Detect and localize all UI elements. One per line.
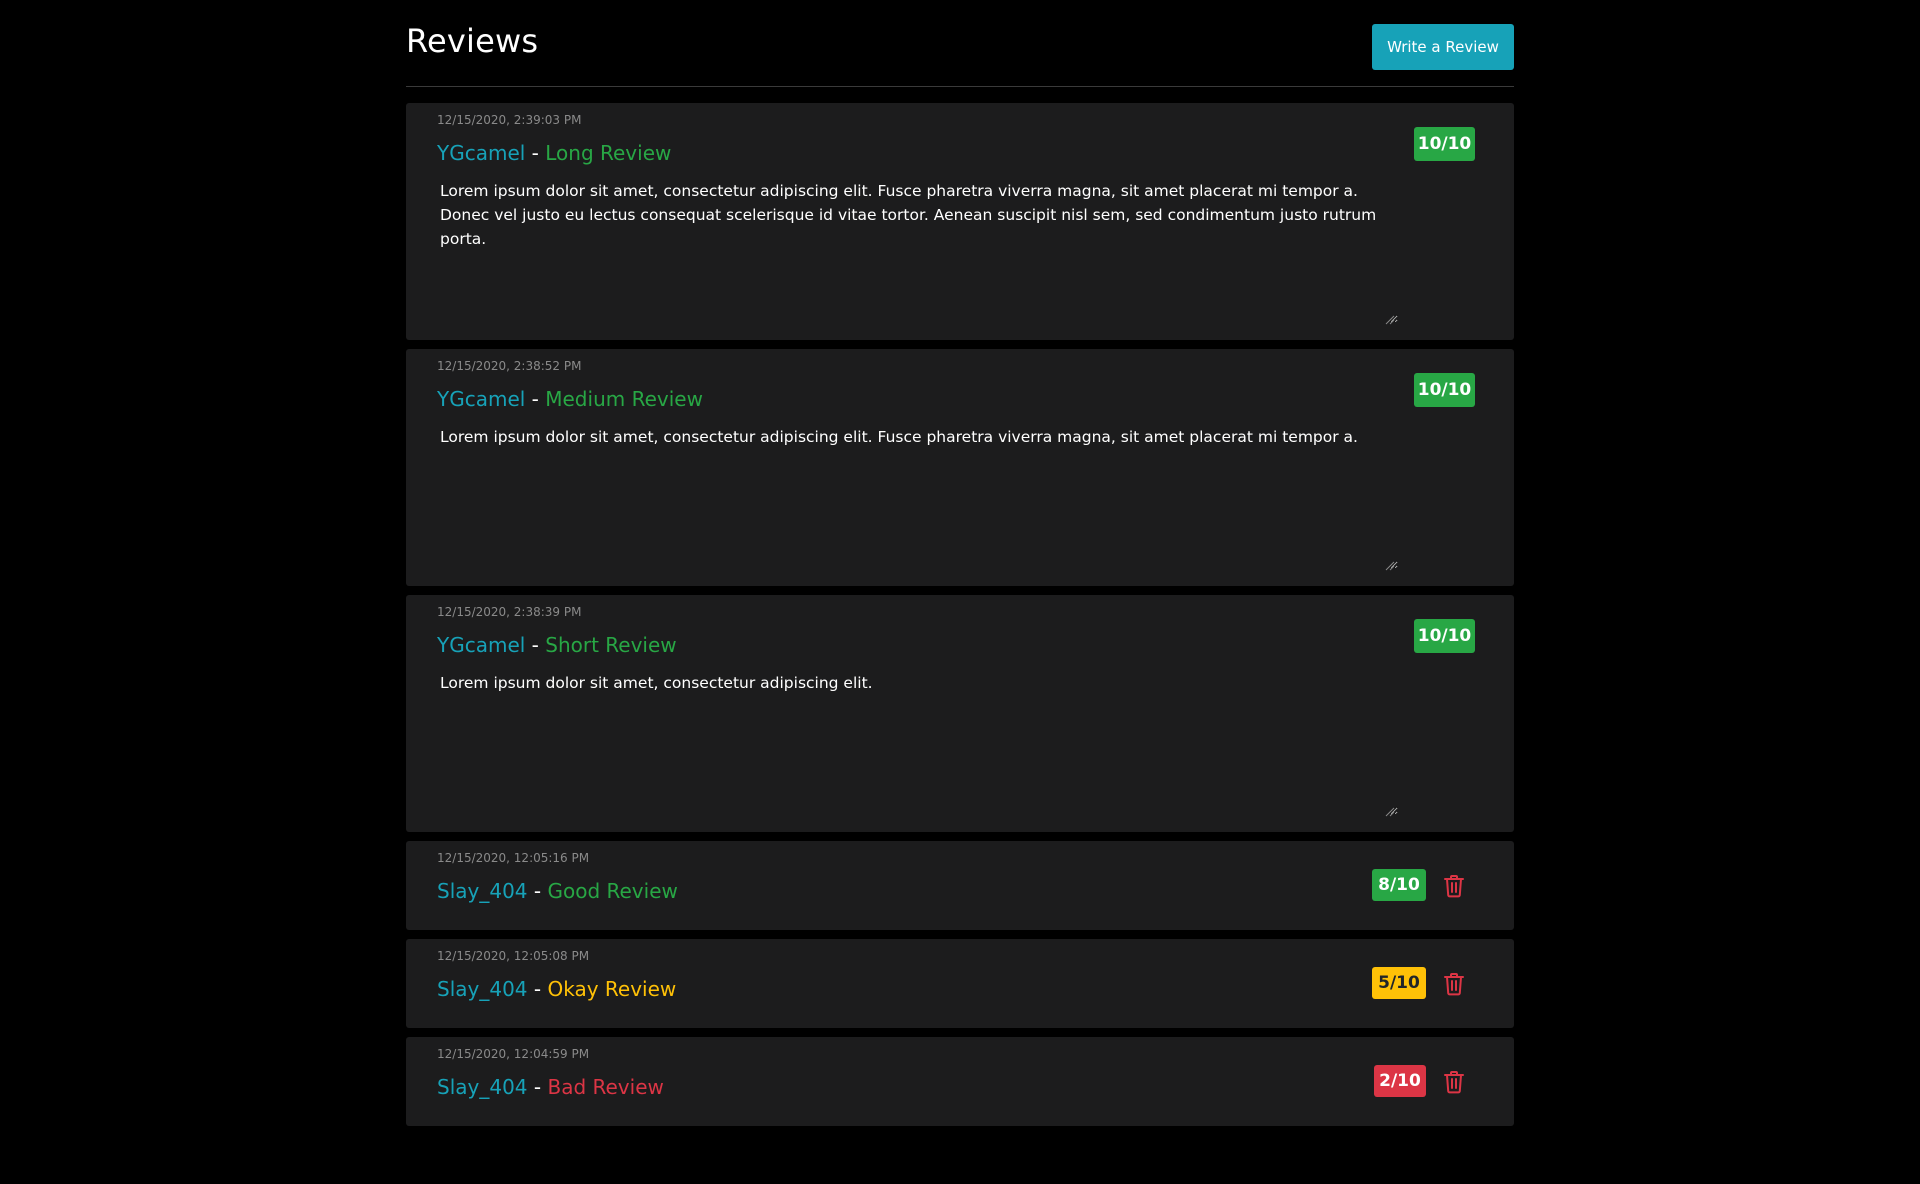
resize-grip-icon[interactable] xyxy=(1385,807,1395,817)
review-author[interactable]: YGcamel xyxy=(437,141,525,165)
review-title: Long Review xyxy=(545,141,672,165)
review-author[interactable]: YGcamel xyxy=(437,633,525,657)
score-badge: 2/10 xyxy=(1374,1065,1426,1097)
review-author[interactable]: Slay_404 xyxy=(437,879,528,903)
review-author[interactable]: Slay_404 xyxy=(437,977,528,1001)
trash-icon[interactable] xyxy=(1443,1070,1465,1094)
review-heading: YGcamel - Medium Review xyxy=(437,387,703,411)
review-heading: YGcamel - Long Review xyxy=(437,141,671,165)
review-timestamp: 12/15/2020, 2:39:03 PM xyxy=(437,113,582,127)
review-heading: Slay_404 - Bad Review xyxy=(437,1075,664,1099)
review-title: Good Review xyxy=(547,879,678,903)
review-title: Okay Review xyxy=(547,977,677,1001)
review-card: 12/15/2020, 12:05:16 PM Slay_404 - Good … xyxy=(406,841,1514,930)
trash-icon[interactable] xyxy=(1443,874,1465,898)
review-author[interactable]: Slay_404 xyxy=(437,1075,528,1099)
review-heading: YGcamel - Short Review xyxy=(437,633,677,657)
review-card: 12/15/2020, 2:39:03 PM YGcamel - Long Re… xyxy=(406,103,1514,340)
separator: - xyxy=(533,1075,542,1099)
score-badge: 5/10 xyxy=(1372,967,1426,999)
separator: - xyxy=(531,633,539,657)
score-badge: 8/10 xyxy=(1372,869,1426,901)
score-badge: 10/10 xyxy=(1414,619,1475,653)
review-timestamp: 12/15/2020, 12:05:08 PM xyxy=(437,949,590,963)
review-heading: Slay_404 - Okay Review xyxy=(437,977,676,1001)
separator: - xyxy=(531,141,539,165)
review-body[interactable]: Lorem ipsum dolor sit amet, consectetur … xyxy=(440,179,1398,323)
score-badge: 10/10 xyxy=(1414,127,1475,161)
separator: - xyxy=(533,977,542,1001)
resize-grip-icon[interactable] xyxy=(1385,315,1395,325)
score-badge: 10/10 xyxy=(1414,373,1475,407)
review-card: 12/15/2020, 12:05:08 PM Slay_404 - Okay … xyxy=(406,939,1514,1028)
page-header: Reviews Write a Review xyxy=(406,0,1514,87)
page-title: Reviews xyxy=(406,22,539,60)
review-card: 12/15/2020, 12:04:59 PM Slay_404 - Bad R… xyxy=(406,1037,1514,1126)
review-timestamp: 12/15/2020, 12:05:16 PM xyxy=(437,851,590,865)
review-list: 12/15/2020, 2:39:03 PM YGcamel - Long Re… xyxy=(406,103,1514,1135)
review-heading: Slay_404 - Good Review xyxy=(437,879,678,903)
review-card: 12/15/2020, 2:38:52 PM YGcamel - Medium … xyxy=(406,349,1514,586)
review-author[interactable]: YGcamel xyxy=(437,387,525,411)
review-timestamp: 12/15/2020, 2:38:52 PM xyxy=(437,359,582,373)
review-timestamp: 12/15/2020, 2:38:39 PM xyxy=(437,605,582,619)
reviews-page: Reviews Write a Review 12/15/2020, 2:39:… xyxy=(406,0,1514,1126)
review-body[interactable]: Lorem ipsum dolor sit amet, consectetur … xyxy=(440,671,1398,815)
resize-grip-icon[interactable] xyxy=(1385,561,1395,571)
trash-icon[interactable] xyxy=(1443,972,1465,996)
review-title: Medium Review xyxy=(545,387,703,411)
write-review-button[interactable]: Write a Review xyxy=(1372,24,1514,70)
review-body[interactable]: Lorem ipsum dolor sit amet, consectetur … xyxy=(440,425,1398,569)
review-card: 12/15/2020, 2:38:39 PM YGcamel - Short R… xyxy=(406,595,1514,832)
review-title: Bad Review xyxy=(547,1075,664,1099)
separator: - xyxy=(533,879,542,903)
review-title: Short Review xyxy=(545,633,677,657)
review-timestamp: 12/15/2020, 12:04:59 PM xyxy=(437,1047,590,1061)
separator: - xyxy=(531,387,539,411)
